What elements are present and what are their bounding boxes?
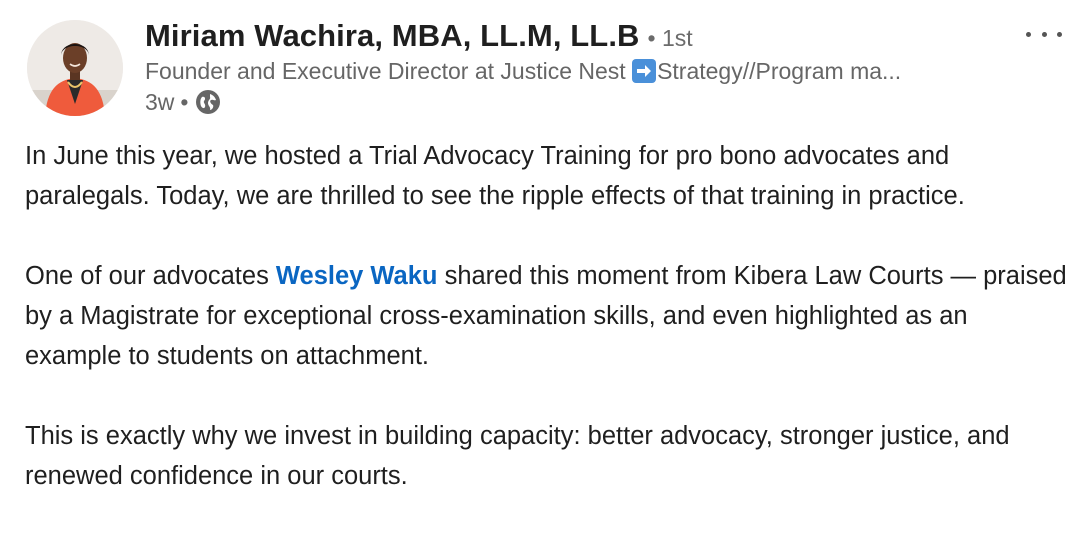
headline-suffix: Strategy//Program ma... xyxy=(657,58,902,84)
author-avatar[interactable] xyxy=(27,20,123,116)
ellipsis-icon xyxy=(1026,31,1031,37)
author-name-line: Miriam Wachira, MBA, LL.M, LL.B • 1st xyxy=(145,18,693,54)
connection-degree: • 1st xyxy=(647,25,693,51)
mention-link[interactable]: Wesley Waku xyxy=(276,262,438,290)
right-arrow-icon xyxy=(632,59,657,83)
ellipsis-icon xyxy=(1057,31,1062,37)
post-paragraph-1: In June this year, we hosted a Trial Adv… xyxy=(25,142,965,210)
author-headline: Founder and Executive Director at Justic… xyxy=(145,58,975,85)
meta-separator: • xyxy=(180,88,189,115)
profile-photo xyxy=(27,20,123,116)
post-paragraph-2: One of our advocates Wesley Waku shared … xyxy=(25,256,1070,376)
post-paragraph-3: This is exactly why we invest in buildin… xyxy=(25,422,1010,490)
author-name[interactable]: Miriam Wachira, MBA, LL.M, LL.B xyxy=(145,18,640,54)
paragraph-2-text-before: One of our advocates xyxy=(25,262,276,290)
post-time[interactable]: 3w xyxy=(145,89,174,116)
post-body: In June this year, we hosted a Trial Adv… xyxy=(25,136,1070,536)
more-options-button[interactable] xyxy=(1026,20,1062,48)
globe-icon xyxy=(194,88,222,116)
feed-post: Miriam Wachira, MBA, LL.M, LL.B • 1st Fo… xyxy=(0,0,1084,544)
post-meta: 3w • xyxy=(145,88,222,116)
headline-prefix: Founder and Executive Director at Justic… xyxy=(145,58,626,84)
ellipsis-icon xyxy=(1041,31,1047,37)
